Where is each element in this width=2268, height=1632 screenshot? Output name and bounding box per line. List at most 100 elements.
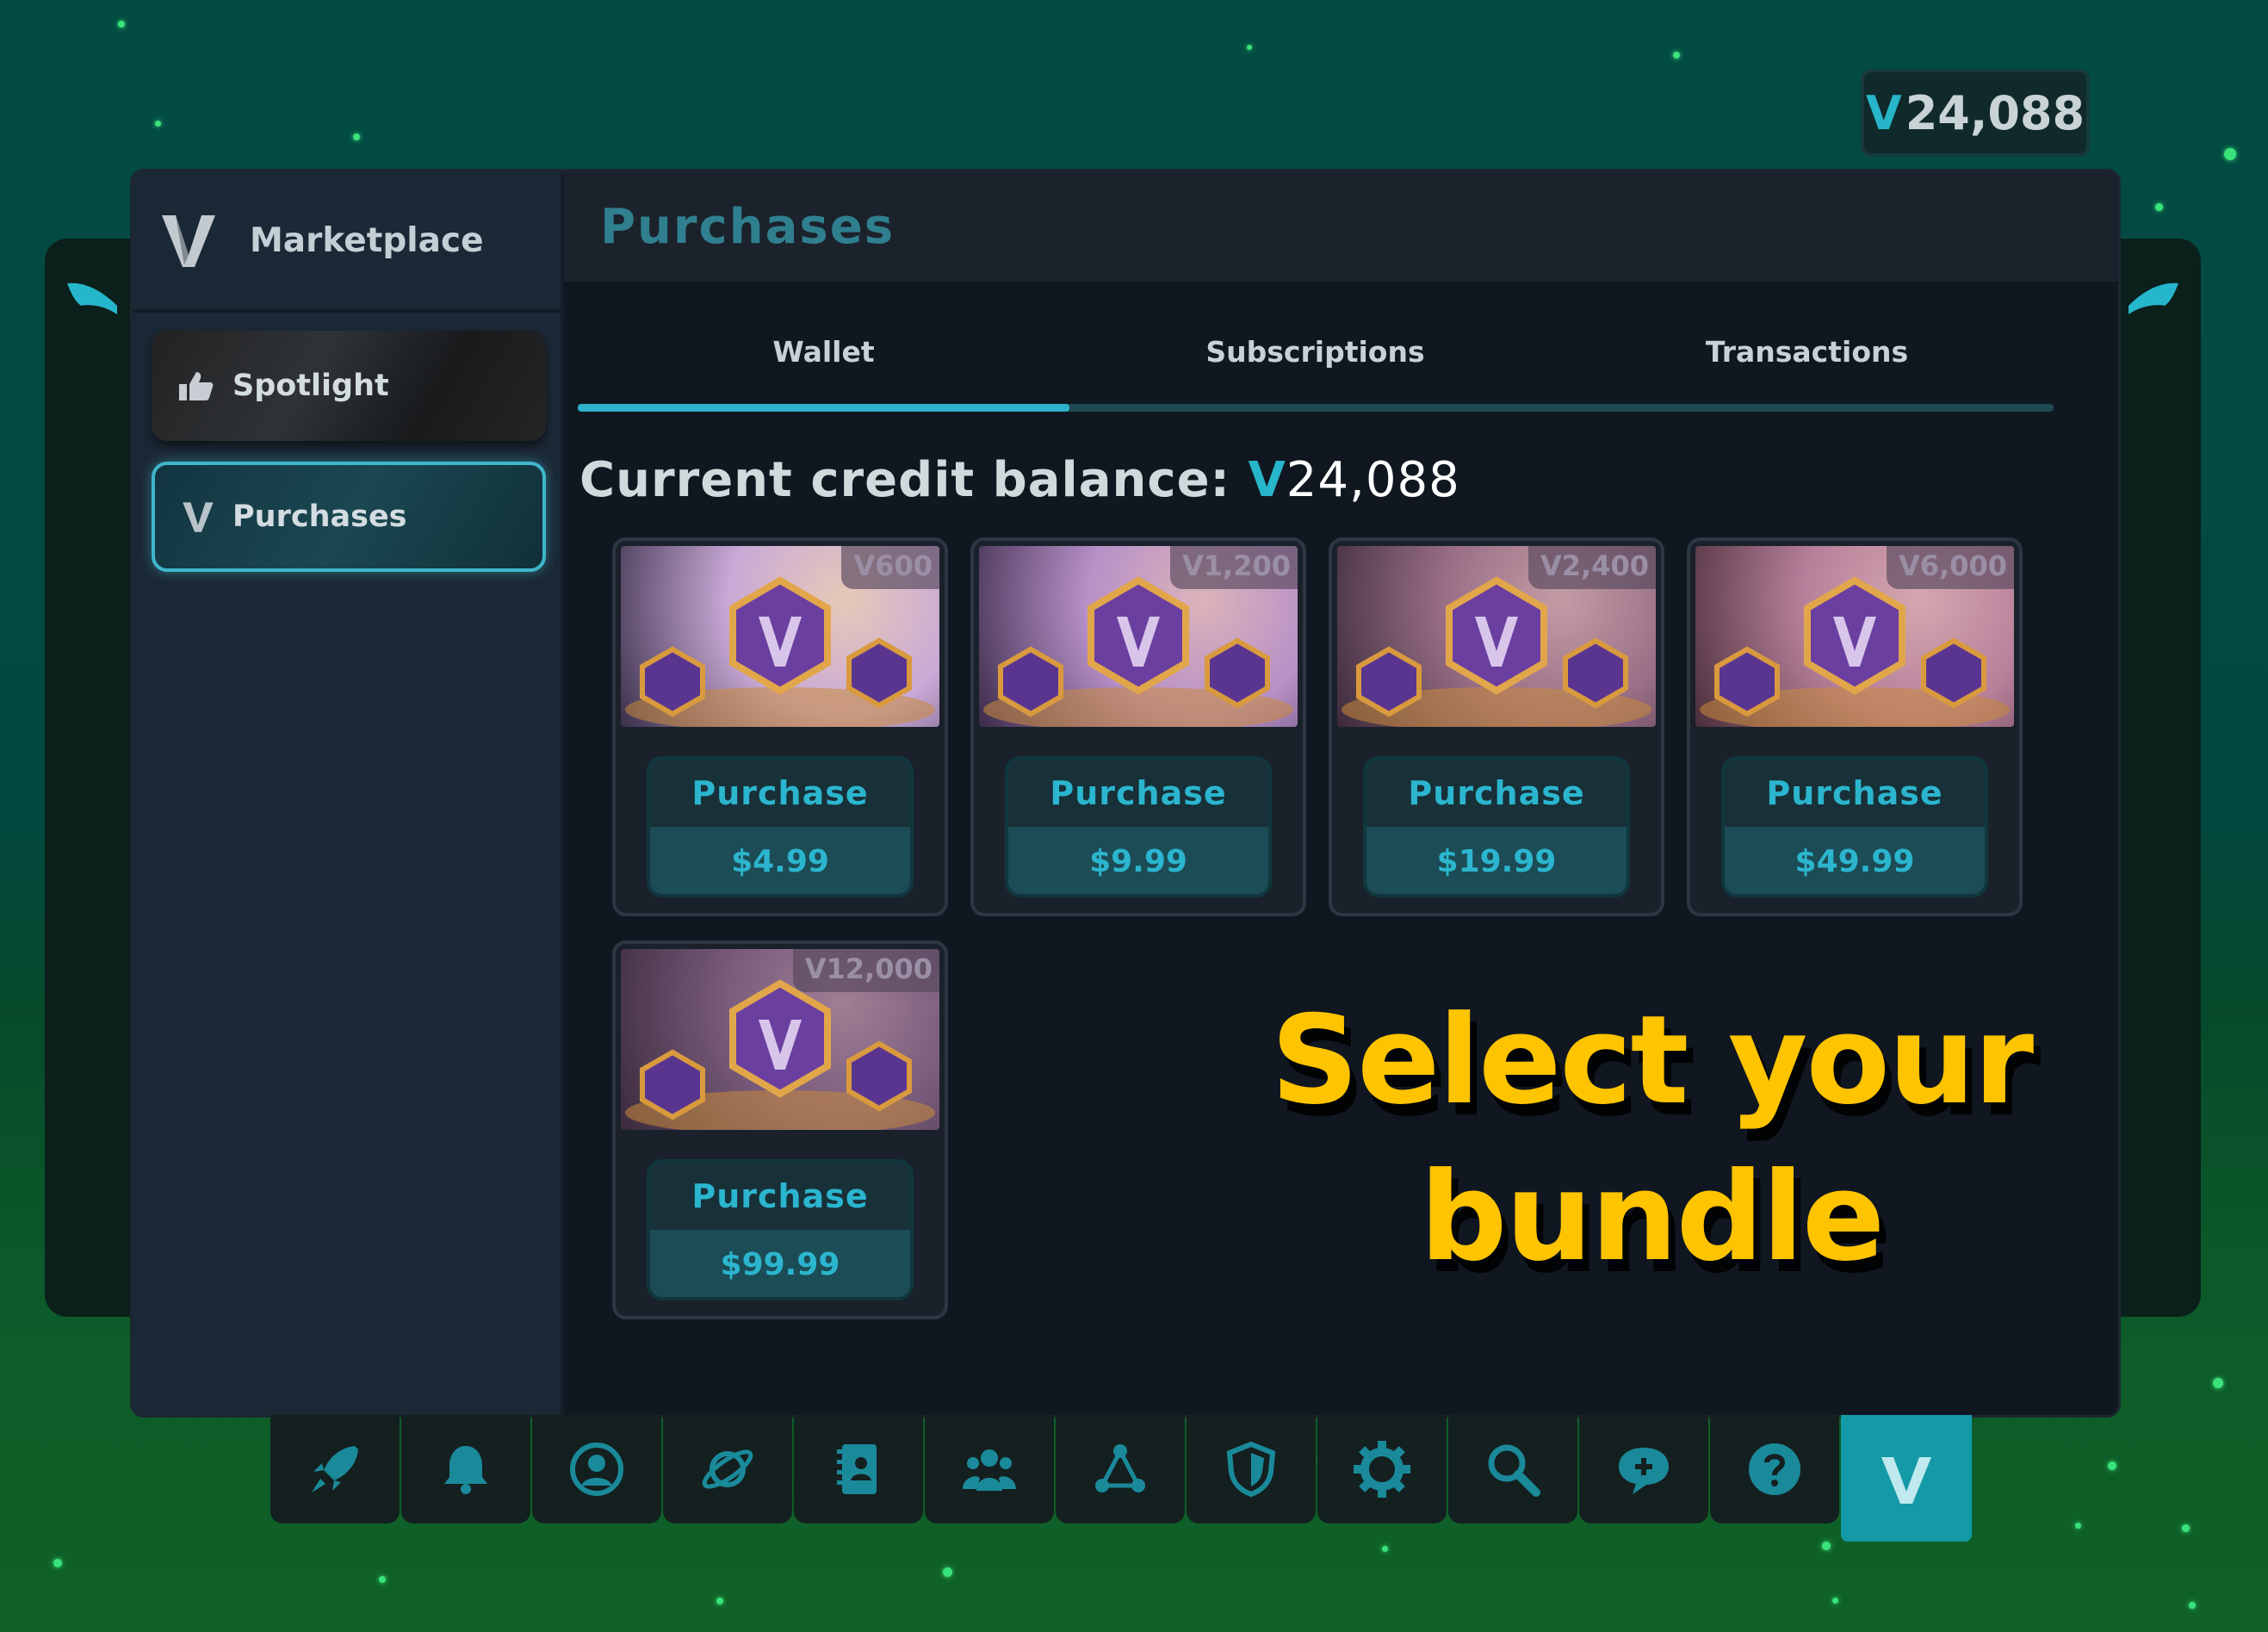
marketplace-window: Marketplace Spotlight Purchases Purchase… <box>130 169 2121 1418</box>
star <box>118 21 125 28</box>
dock-button-groups[interactable] <box>925 1415 1054 1523</box>
sidebar-item-spotlight[interactable]: Spotlight <box>152 331 546 441</box>
credit-amount: 24,088 <box>1286 452 1460 508</box>
dock-button-network[interactable] <box>1056 1415 1185 1523</box>
dock-button-notifications[interactable] <box>401 1415 530 1523</box>
star <box>2182 1524 2190 1532</box>
tab-active-indicator <box>578 404 1069 412</box>
bundle-amount: V1,200 <box>1170 546 1298 589</box>
tab-transactions[interactable]: Transactions <box>1561 335 2053 369</box>
gear-icon <box>1354 1441 1410 1498</box>
sidebar-header: Marketplace <box>133 171 561 313</box>
bundle-price: $49.99 <box>1794 843 1915 879</box>
purchase-button[interactable]: Purchase $4.99 <box>647 756 914 897</box>
star <box>943 1567 952 1577</box>
bundle-card: V600 Purchase $4.99 <box>612 537 948 916</box>
purchase-label: Purchase <box>650 760 910 827</box>
star <box>2075 1523 2081 1529</box>
credit-symbol: V <box>1248 452 1286 508</box>
shield-icon <box>1226 1441 1276 1498</box>
bundle-price: $19.99 <box>1436 843 1557 879</box>
search-icon <box>1488 1444 1540 1497</box>
sidebar: Marketplace Spotlight Purchases <box>133 171 564 1415</box>
star <box>1832 1598 1838 1604</box>
purchase-button[interactable]: Purchase $9.99 <box>1005 756 1272 897</box>
dock-button-settings[interactable] <box>1317 1415 1447 1523</box>
purchase-button[interactable]: Purchase $49.99 <box>1721 756 1988 897</box>
dock-button-security[interactable] <box>1187 1415 1316 1523</box>
star <box>716 1598 723 1604</box>
bundle-image: V12,000 <box>621 949 939 1130</box>
tab-bar: Wallet Subscriptions Transactions <box>578 335 2054 413</box>
star <box>1822 1542 1831 1550</box>
star <box>1382 1546 1388 1552</box>
sidebar-item-purchases[interactable]: Purchases <box>152 462 546 572</box>
purchase-label: Purchase <box>1008 760 1268 827</box>
promo-line: Select your <box>1270 990 2034 1132</box>
purchase-label: Purchase <box>1725 760 1985 827</box>
bundle-amount: V600 <box>841 546 939 589</box>
bottom-dock <box>270 1415 1974 1542</box>
bundle-amount: V2,400 <box>1528 546 1656 589</box>
thumbs-up-icon <box>179 372 214 400</box>
bundle-price: $99.99 <box>720 1246 840 1282</box>
tab-wallet[interactable]: Wallet <box>578 335 1069 369</box>
star <box>2108 1461 2116 1470</box>
star <box>2224 148 2236 160</box>
dock-button-explore[interactable] <box>663 1415 792 1523</box>
wing-icon <box>2129 282 2178 314</box>
chat-add-icon <box>1619 1448 1669 1494</box>
star <box>379 1576 386 1583</box>
profile-icon <box>570 1443 623 1496</box>
planet-icon <box>702 1449 753 1489</box>
v-logo-icon <box>162 215 215 267</box>
bundle-card: V1,200 Purchase $9.99 <box>970 537 1306 916</box>
sidebar-item-label: Spotlight <box>232 369 389 403</box>
tab-subscriptions[interactable]: Subscriptions <box>1069 335 1561 369</box>
star <box>53 1559 62 1567</box>
bundle-card: V2,400 Purchase $19.99 <box>1329 537 1664 916</box>
credit-symbol: V <box>1865 85 1902 140</box>
dock-button-home[interactable] <box>1841 1415 1972 1542</box>
bundle-amount: V12,000 <box>792 949 939 992</box>
main-header: Purchases <box>564 171 2118 282</box>
star <box>1673 52 1680 59</box>
bundle-card: V6,000 Purchase $49.99 <box>1687 537 2023 916</box>
bundle-image: V600 <box>621 546 939 727</box>
dock-button-chat[interactable] <box>1579 1415 1708 1523</box>
star <box>353 133 360 140</box>
network-icon <box>1095 1444 1145 1492</box>
star <box>2189 1602 2196 1609</box>
credit-balance-line: Current credit balance: V24,088 <box>579 452 1460 508</box>
purchase-label: Purchase <box>1366 760 1627 827</box>
group-icon <box>963 1449 1016 1491</box>
promo-text: Select your bundle <box>1212 983 2091 1296</box>
star <box>2155 203 2163 211</box>
bundle-card: V12,000 Purchase $99.99 <box>612 940 948 1319</box>
bundle-image: V2,400 <box>1337 546 1656 727</box>
purchase-label: Purchase <box>650 1163 910 1230</box>
v-logo-icon <box>1881 1456 1931 1504</box>
purchase-button[interactable]: Purchase $99.99 <box>647 1159 914 1300</box>
bell-icon <box>444 1446 487 1494</box>
bundle-price: $9.99 <box>1089 843 1187 879</box>
credit-amount: 24,088 <box>1905 85 2085 140</box>
bundle-image: V6,000 <box>1695 546 2014 727</box>
promo-line: bundle <box>1419 1146 1885 1288</box>
star <box>155 121 161 127</box>
dock-button-rocket[interactable] <box>270 1415 400 1523</box>
bundle-price: $4.99 <box>731 843 829 879</box>
purchase-button[interactable]: Purchase $19.99 <box>1363 756 1630 897</box>
dock-button-search[interactable] <box>1448 1415 1577 1523</box>
bundle-amount: V6,000 <box>1887 546 2014 589</box>
dock-button-profile[interactable] <box>532 1415 661 1523</box>
credit-label: Current credit balance: <box>579 452 1230 508</box>
notebook-icon <box>837 1444 877 1494</box>
star <box>1247 45 1252 50</box>
dock-button-help[interactable] <box>1710 1415 1839 1523</box>
dock-button-contacts[interactable] <box>794 1415 923 1523</box>
star <box>2213 1378 2223 1388</box>
v-logo-icon <box>183 502 214 532</box>
sidebar-item-label: Purchases <box>232 500 407 534</box>
bundle-image: V1,200 <box>979 546 1298 727</box>
